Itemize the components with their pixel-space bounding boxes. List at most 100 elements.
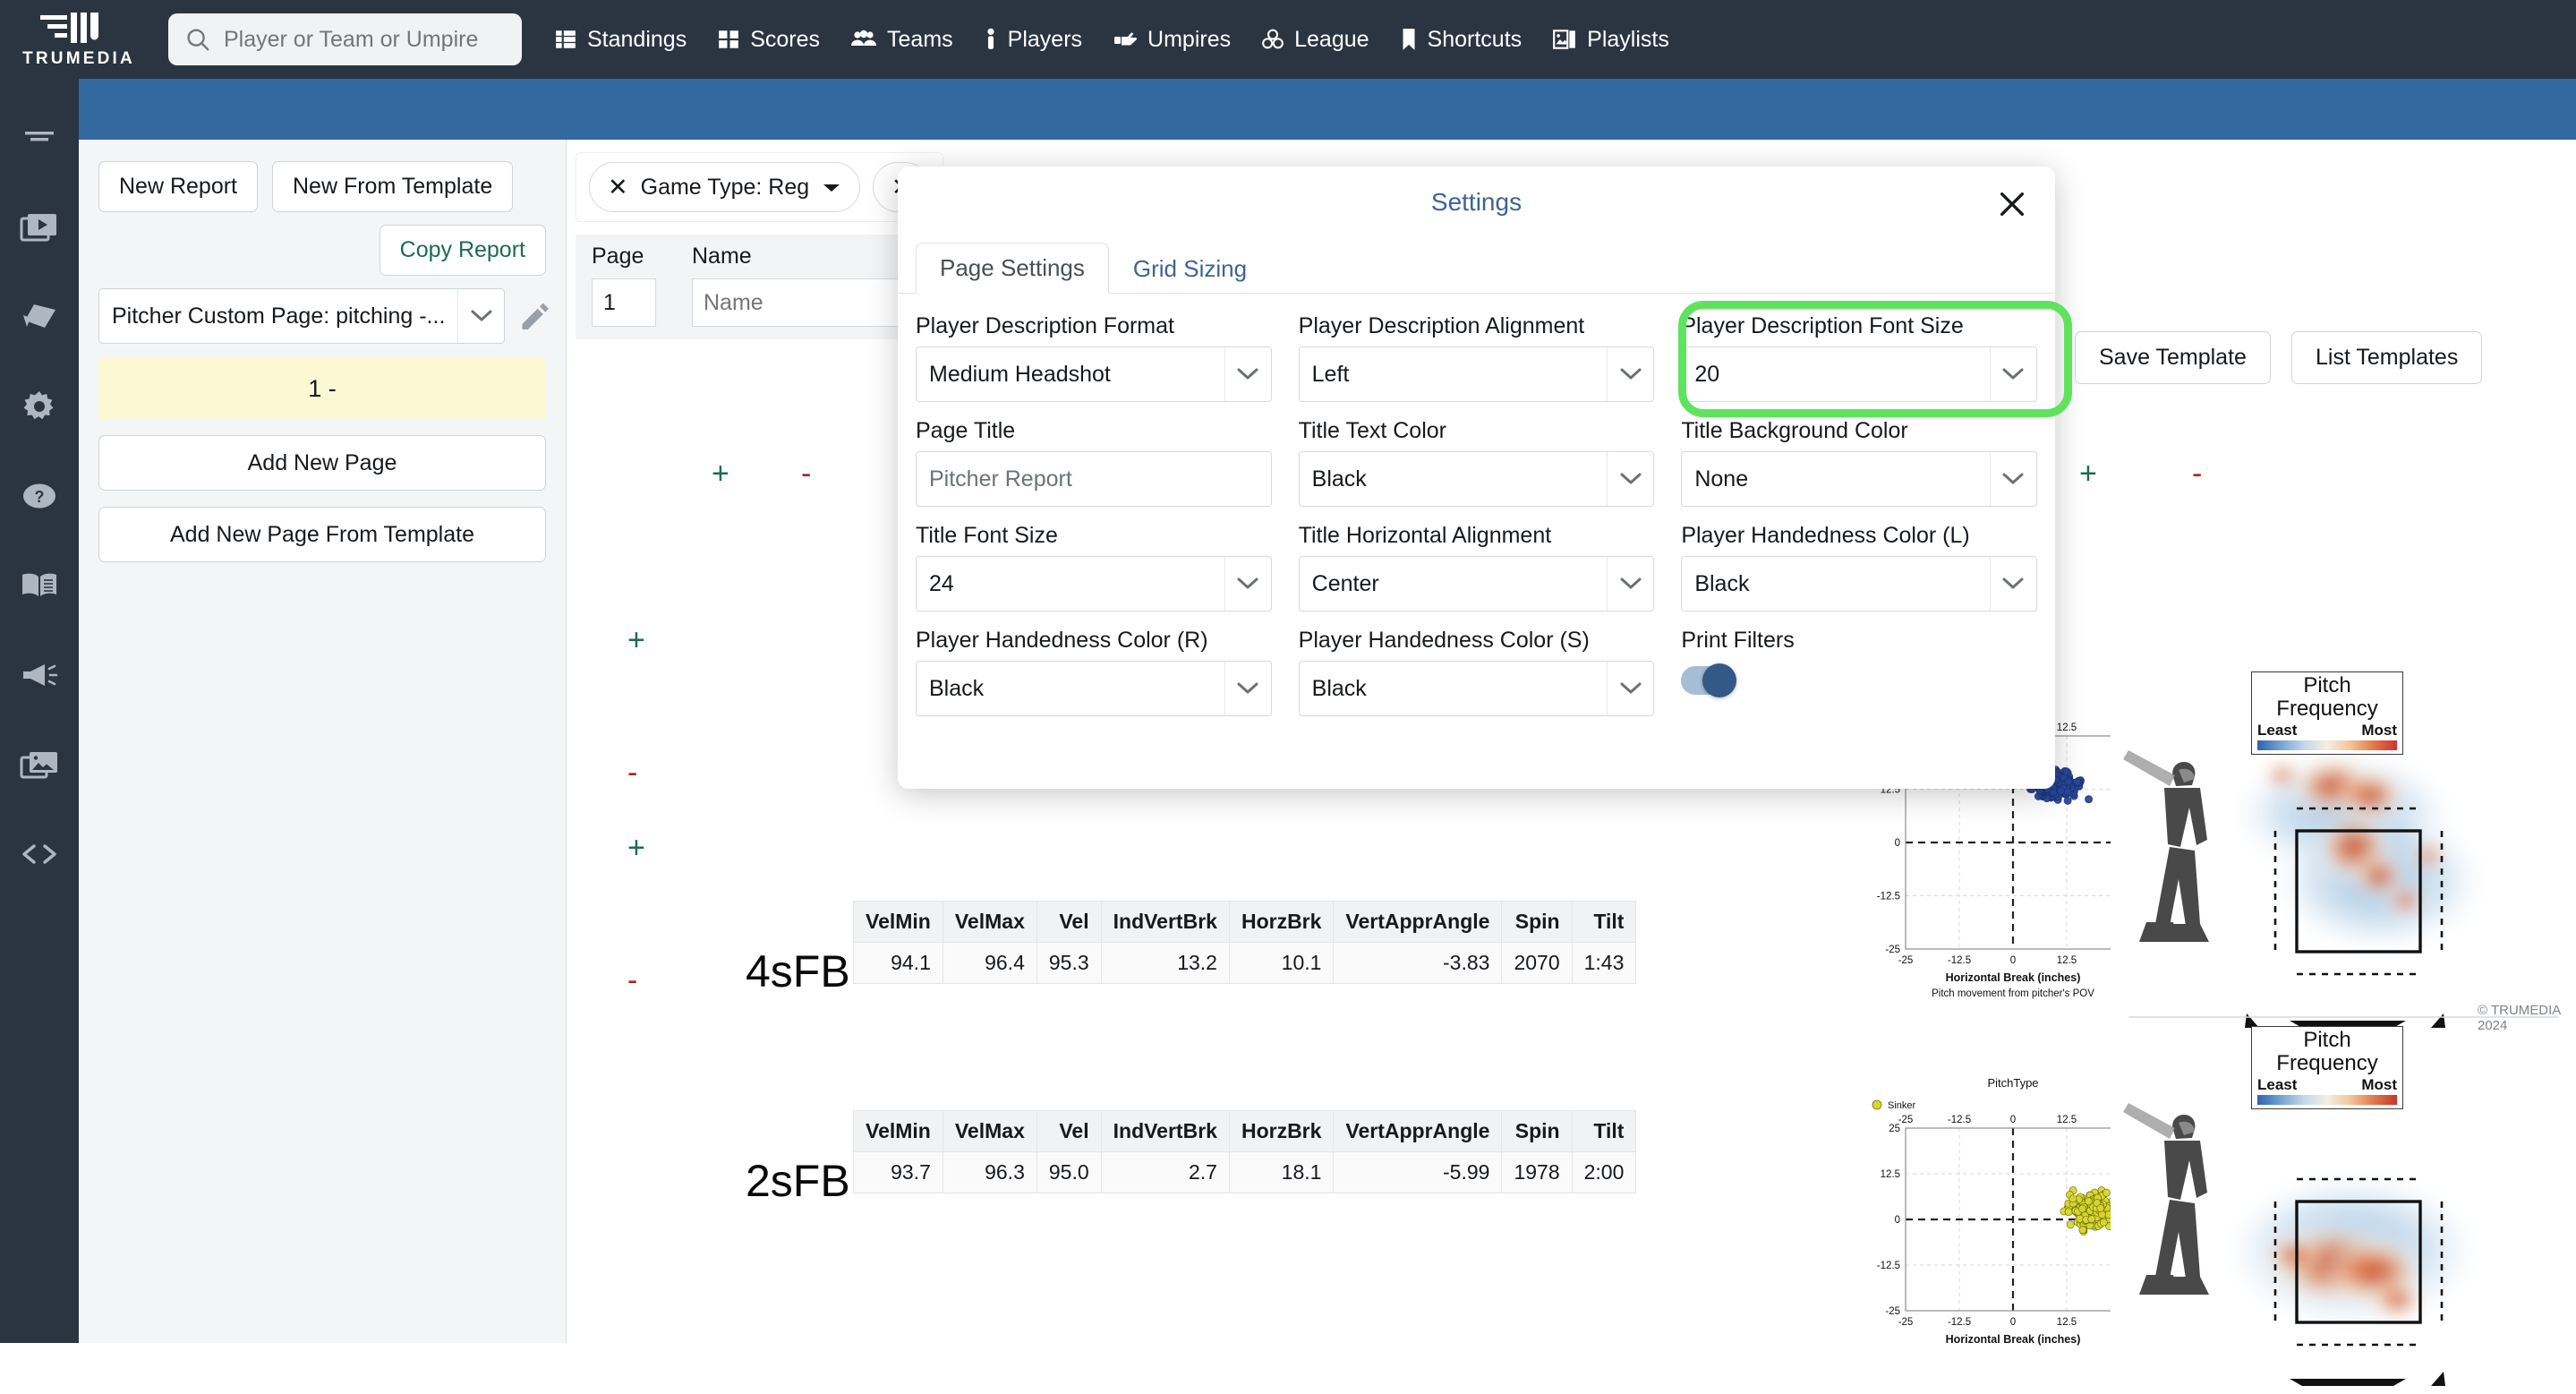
table-header-row: VelMin VelMax Vel IndVertBrk HorzBrk Ver… bbox=[853, 901, 1637, 943]
filter-chip-game-type[interactable]: ✕ Game Type: Reg bbox=[589, 162, 861, 212]
remove-row-button-1[interactable]: - bbox=[627, 757, 637, 788]
col-tilt: Tilt bbox=[1571, 1110, 1637, 1152]
rail-item-video[interactable] bbox=[0, 183, 79, 272]
gear-icon bbox=[23, 391, 54, 420]
player-description-alignment-select[interactable]: Left bbox=[1298, 346, 1655, 402]
title-font-size-select[interactable]: 24 bbox=[916, 556, 1272, 611]
copy-report-button[interactable]: Copy Report bbox=[379, 225, 546, 276]
nav-item-teams[interactable]: Teams bbox=[850, 27, 953, 53]
heatmap-color-bar bbox=[2257, 1094, 2397, 1105]
rail-item-settings[interactable] bbox=[0, 362, 79, 451]
book-icon bbox=[22, 573, 56, 596]
pitch-stats-table-4sfb: VelMin VelMax Vel IndVertBrk HorzBrk Ver… bbox=[853, 901, 1637, 984]
add-row-button-1[interactable]: + bbox=[627, 625, 645, 655]
title-background-color-select[interactable]: None bbox=[1681, 451, 2037, 507]
top-navigation-bar: TRUMEDIA Standings bbox=[0, 0, 2576, 79]
report-select[interactable]: Pitcher Custom Page: pitching -... bbox=[98, 288, 506, 344]
report-actions: New Report New From Template bbox=[98, 161, 546, 212]
nav-item-league[interactable]: League bbox=[1261, 27, 1369, 53]
rail-item-code[interactable] bbox=[0, 809, 79, 899]
nav-item-players[interactable]: Players bbox=[984, 27, 1082, 53]
nav-label-league: League bbox=[1294, 26, 1369, 52]
svg-text:12.5: 12.5 bbox=[2057, 1115, 2077, 1125]
remove-row-button-2[interactable]: - bbox=[627, 965, 637, 996]
rail-item-filter[interactable] bbox=[0, 93, 79, 183]
svg-text:0: 0 bbox=[1895, 1215, 1900, 1226]
rail-item-book[interactable] bbox=[0, 541, 79, 630]
page-number-input[interactable] bbox=[592, 278, 656, 327]
field-title-background-color: Title Background Color None bbox=[1681, 418, 2037, 507]
field-title-font-size: Title Font Size 24 bbox=[916, 523, 1272, 611]
left-icon-rail: ? bbox=[0, 79, 79, 1343]
title-text-color-select[interactable]: Black bbox=[1298, 451, 1655, 507]
search-icon bbox=[187, 29, 209, 51]
edit-pencil-icon[interactable] bbox=[517, 299, 551, 333]
rail-item-images[interactable] bbox=[0, 720, 79, 809]
page-list-item-1[interactable]: 1 - bbox=[98, 358, 546, 419]
player-description-format-select[interactable]: Medium Headshot bbox=[916, 346, 1272, 402]
chevron-down-icon bbox=[1224, 557, 1271, 611]
col-indvertbrk: IndVertBrk bbox=[1100, 901, 1230, 943]
col-velmin: VelMin bbox=[853, 901, 943, 943]
add-cell-button-top[interactable]: + bbox=[712, 458, 729, 489]
nav-label-teams: Teams bbox=[887, 26, 953, 52]
close-icon[interactable]: ✕ bbox=[608, 175, 628, 200]
chevron-down-icon[interactable] bbox=[822, 175, 841, 201]
rail-item-cards[interactable] bbox=[0, 272, 79, 362]
add-row-button-2[interactable]: + bbox=[627, 833, 645, 863]
report-sidebar: New Report New From Template Copy Report… bbox=[79, 140, 567, 1343]
nav-item-standings[interactable]: Standings bbox=[554, 27, 687, 53]
brand-name: TRUMEDIA bbox=[22, 48, 135, 68]
page-title-input[interactable] bbox=[916, 451, 1272, 507]
field-page-title: Page Title bbox=[916, 418, 1272, 507]
svg-text:PitchType: PitchType bbox=[1987, 1076, 2038, 1090]
field-label: Player Description Format bbox=[916, 313, 1174, 338]
col-vel: Vel bbox=[1036, 1110, 1102, 1152]
field-player-handedness-color-r: Player Handedness Color (R) Black bbox=[916, 628, 1272, 716]
close-icon[interactable] bbox=[1992, 184, 2032, 224]
new-report-button[interactable]: New Report bbox=[98, 161, 258, 212]
pitch-type-label-4sfb: 4sFB bbox=[746, 946, 850, 996]
col-velmax: VelMax bbox=[942, 901, 1037, 943]
print-filters-toggle[interactable] bbox=[1681, 663, 1737, 697]
search-box[interactable] bbox=[168, 13, 522, 65]
save-template-button[interactable]: Save Template bbox=[2075, 331, 2271, 384]
tab-page-settings[interactable]: Page Settings bbox=[916, 243, 1109, 294]
nav-item-scores[interactable]: Scores bbox=[717, 27, 820, 53]
add-new-page-button[interactable]: Add New Page bbox=[98, 435, 546, 491]
nav-item-shortcuts[interactable]: Shortcuts bbox=[1400, 27, 1522, 53]
trumedia-logo-icon bbox=[40, 12, 98, 43]
remove-cell-button-top[interactable]: - bbox=[801, 458, 811, 489]
remove-col-button-right[interactable]: - bbox=[2192, 458, 2202, 489]
field-label: Page Title bbox=[916, 418, 1016, 443]
cell-velmin: 94.1 bbox=[853, 942, 943, 984]
title-horizontal-alignment-select[interactable]: Center bbox=[1298, 556, 1655, 611]
field-label: Player Handedness Color (L) bbox=[1681, 523, 1970, 548]
col-tilt: Tilt bbox=[1571, 901, 1637, 943]
player-handedness-color-l-select[interactable]: Black bbox=[1681, 556, 2037, 611]
add-col-button-right[interactable]: + bbox=[2079, 458, 2097, 489]
add-new-page-from-template-button[interactable]: Add New Page From Template bbox=[98, 507, 546, 562]
new-from-template-button[interactable]: New From Template bbox=[272, 161, 514, 212]
tab-grid-sizing[interactable]: Grid Sizing bbox=[1109, 244, 1271, 294]
player-description-font-size-select[interactable]: 20 bbox=[1681, 346, 2037, 402]
search-input[interactable] bbox=[222, 25, 506, 54]
field-label: Player Handedness Color (R) bbox=[916, 628, 1208, 653]
rail-item-announcements[interactable] bbox=[0, 630, 79, 720]
rail-item-help[interactable]: ? bbox=[0, 451, 79, 541]
cell-indvertbrk: 2.7 bbox=[1100, 1151, 1230, 1193]
brand-logo[interactable]: TRUMEDIA bbox=[0, 0, 158, 79]
nav-item-playlists[interactable]: Playlists bbox=[1552, 27, 1669, 53]
select-value: 24 bbox=[929, 570, 954, 596]
player-handedness-color-s-select[interactable]: Black bbox=[1298, 661, 1655, 716]
list-templates-button[interactable]: List Templates bbox=[2291, 331, 2483, 384]
col-spin: Spin bbox=[1501, 901, 1573, 943]
player-handedness-color-r-select[interactable]: Black bbox=[916, 661, 1272, 716]
cell-vel: 95.3 bbox=[1036, 942, 1102, 984]
nav-item-umpires[interactable]: Umpires bbox=[1113, 27, 1231, 53]
select-value: Black bbox=[1311, 675, 1367, 701]
page-name-input[interactable] bbox=[692, 278, 925, 327]
svg-text:-25: -25 bbox=[1898, 955, 1914, 966]
svg-text:-25: -25 bbox=[1898, 1115, 1914, 1125]
field-label: Title Background Color bbox=[1681, 418, 1908, 443]
